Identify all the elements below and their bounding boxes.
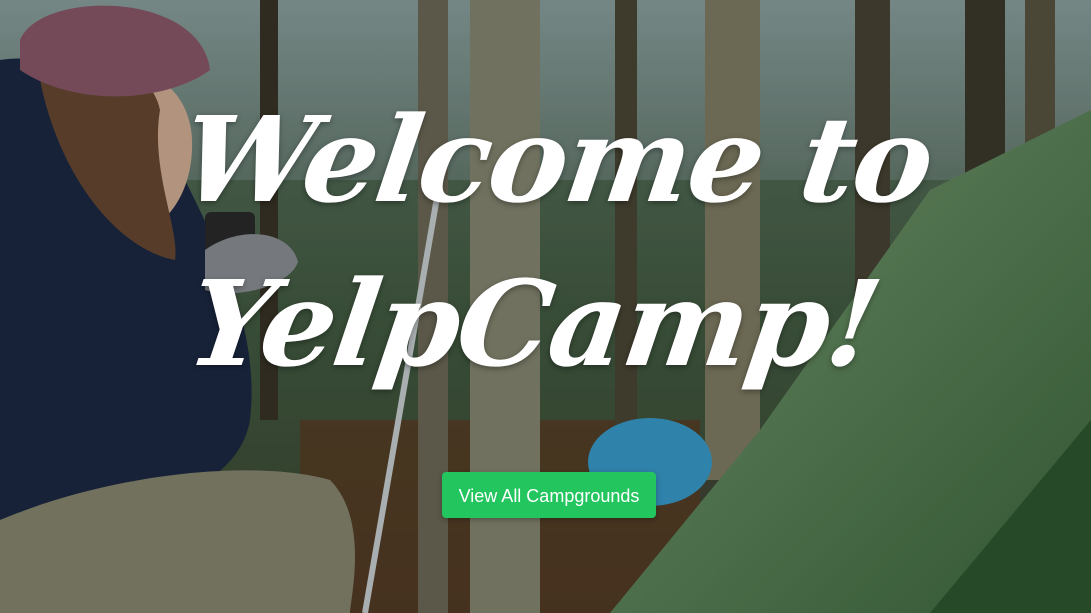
hero-title: Welcome to YelpCamp! — [0, 78, 1091, 406]
hero-title-line-1: Welcome to — [173, 90, 941, 229]
view-all-campgrounds-button[interactable]: View All Campgrounds — [442, 472, 656, 518]
hero-title-line-2: YelpCamp! — [180, 254, 888, 393]
hero-section: Welcome to YelpCamp! View All Campground… — [0, 0, 1091, 613]
